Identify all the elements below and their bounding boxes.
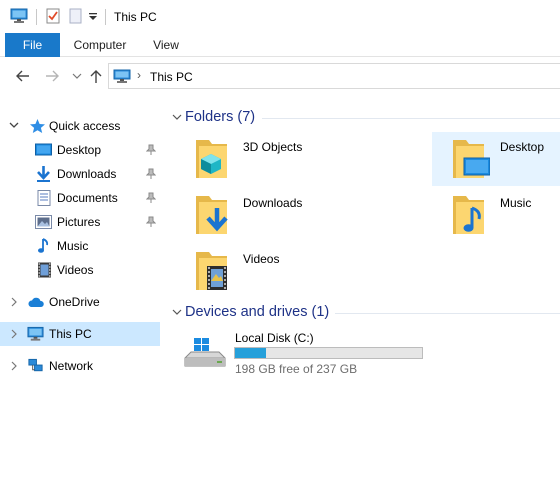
drive-usage-bar: [234, 347, 423, 359]
pictures-icon: [35, 215, 52, 229]
nav-label: Videos: [57, 263, 94, 277]
chevron-right-icon: [11, 297, 17, 307]
drive-tile-local-disk-c[interactable]: Local Disk (C:) 198 GB free of 237 GB: [177, 328, 437, 384]
nav-item-documents[interactable]: Documents: [0, 186, 160, 210]
chevron-down-icon: [72, 73, 82, 79]
breadcrumb-this-pc[interactable]: This PC: [150, 70, 193, 84]
network-icon: [28, 358, 43, 372]
content-pane: Folders (7) 3D Objects Desktop Downloads…: [167, 94, 560, 486]
nav-label: This PC: [49, 327, 92, 341]
folder-tile-desktop[interactable]: Desktop: [432, 132, 560, 186]
pin-icon[interactable]: [146, 144, 156, 156]
nav-label: Pictures: [57, 215, 101, 229]
chevron-down-icon: [9, 122, 19, 128]
up-arrow-icon: [90, 70, 102, 83]
folder-tile-3d-objects[interactable]: 3D Objects: [175, 132, 415, 186]
3d-objects-folder-icon: [196, 140, 227, 178]
nav-label: Downloads: [57, 167, 117, 181]
download-arrow-icon: [37, 166, 50, 182]
folder-tile-music[interactable]: Music: [432, 188, 560, 242]
folder-name: Music: [500, 196, 532, 210]
pin-icon[interactable]: [146, 168, 156, 180]
customize-quick-access-icon[interactable]: [88, 11, 98, 25]
desktop-icon: [35, 143, 52, 156]
nav-item-downloads[interactable]: Downloads: [0, 162, 160, 186]
nav-label: OneDrive: [49, 295, 100, 309]
tab-view[interactable]: View: [143, 33, 189, 57]
nav-onedrive[interactable]: OneDrive: [0, 290, 160, 314]
this-pc-icon: [113, 69, 131, 87]
desktop-folder-icon: [453, 140, 490, 178]
title-bar: This PC: [0, 0, 560, 33]
nav-item-music[interactable]: Music: [0, 234, 160, 258]
cloud-icon: [28, 297, 44, 307]
address-bar[interactable]: › This PC: [108, 63, 560, 89]
nav-label: Music: [57, 239, 89, 253]
nav-network[interactable]: Network: [0, 354, 160, 378]
videos-folder-icon: [196, 252, 227, 290]
pin-icon[interactable]: [146, 192, 156, 204]
music-note-icon: [38, 238, 49, 253]
properties-icon[interactable]: [46, 8, 60, 27]
nav-item-pictures[interactable]: Pictures: [0, 210, 160, 234]
forward-button[interactable]: [43, 67, 61, 85]
nav-label: Desktop: [57, 143, 102, 157]
up-button[interactable]: [87, 67, 105, 85]
folder-name: 3D Objects: [243, 140, 303, 154]
navigation-pane: Quick access Desktop Downloads Documents…: [0, 94, 167, 486]
pin-icon[interactable]: [146, 216, 156, 228]
music-folder-icon: [453, 196, 484, 234]
drive-free-space: 198 GB free of 237 GB: [235, 362, 358, 376]
back-arrow-icon: [16, 70, 29, 82]
folders-group-header[interactable]: Folders (7): [167, 107, 560, 129]
documents-icon: [37, 190, 51, 206]
address-row: › This PC: [0, 58, 560, 94]
tab-computer[interactable]: Computer: [66, 33, 134, 57]
group-divider: [262, 118, 560, 119]
nav-label: Documents: [57, 191, 118, 205]
devices-group-label: Devices and drives (1): [185, 304, 330, 320]
chevron-down-icon: [172, 309, 182, 315]
hard-drive-icon: [184, 338, 226, 367]
this-pc-icon: [10, 8, 28, 27]
nav-label: Quick access: [49, 119, 121, 133]
back-button[interactable]: [14, 67, 32, 85]
nav-this-pc[interactable]: This PC: [0, 322, 160, 346]
chevron-right-icon: [11, 361, 17, 371]
chevron-down-icon: [172, 114, 182, 120]
film-strip-icon: [38, 262, 51, 278]
nav-item-desktop[interactable]: Desktop: [0, 138, 160, 162]
window-title: This PC: [114, 10, 157, 24]
downloads-folder-icon: [196, 196, 228, 234]
group-divider: [335, 313, 560, 314]
nav-item-videos[interactable]: Videos: [0, 258, 160, 282]
drive-usage-fill: [235, 348, 266, 358]
tab-file[interactable]: File: [5, 33, 60, 57]
drive-name: Local Disk (C:): [235, 331, 314, 345]
title-separator: [105, 9, 106, 25]
folder-tile-videos[interactable]: Videos: [175, 244, 415, 298]
folders-group-label: Folders (7): [185, 109, 256, 125]
ribbon-tabs: File Computer View: [0, 33, 560, 57]
recent-locations-button[interactable]: [68, 67, 86, 85]
folder-tile-downloads[interactable]: Downloads: [175, 188, 415, 242]
new-folder-icon[interactable]: [69, 8, 82, 27]
star-icon: [30, 119, 45, 133]
chevron-right-icon: [11, 329, 17, 339]
folder-name: Videos: [243, 252, 280, 266]
folder-name: Downloads: [243, 196, 303, 210]
devices-group-header[interactable]: Devices and drives (1): [167, 302, 560, 324]
title-separator: [36, 9, 37, 25]
forward-arrow-icon: [46, 70, 59, 82]
this-pc-icon: [27, 326, 44, 341]
folder-name: Desktop: [500, 140, 545, 154]
nav-quick-access[interactable]: Quick access: [0, 114, 160, 138]
nav-label: Network: [49, 359, 94, 373]
breadcrumb-chevron-icon[interactable]: ›: [137, 68, 141, 82]
